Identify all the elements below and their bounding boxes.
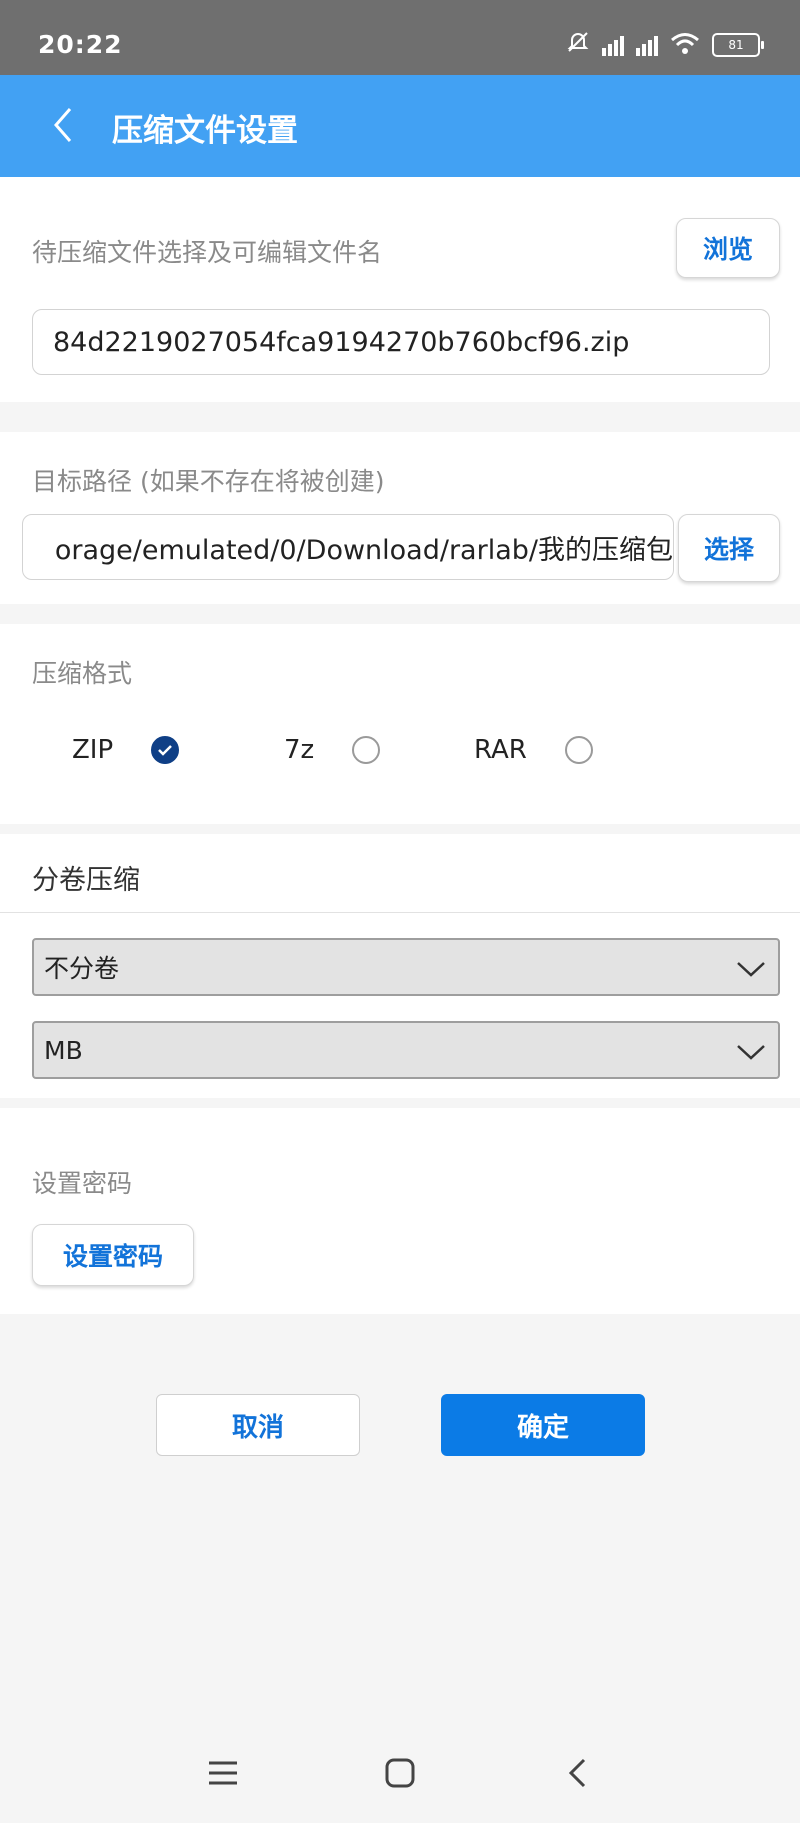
format-option-zip[interactable]: ZIP [72,735,180,765]
password-section-label: 设置密码 [32,1169,133,1198]
filename-input[interactable]: 84d2219027054fca9194270b760bcf96.zip [32,309,770,375]
format-option-label: RAR [474,735,527,765]
format-section: 压缩格式 [0,624,800,824]
battery-icon: 81 [712,33,764,57]
format-option-rar[interactable]: RAR [474,735,593,765]
format-option-label: 7z [284,735,315,765]
divider [0,912,800,913]
target-path-text: orage/emulated/0/Download/rarlab/我的压缩包 [54,534,673,566]
cancel-button[interactable]: 取消 [156,1394,360,1456]
mute-bell-icon [566,30,590,60]
confirm-button[interactable]: 确定 [441,1394,645,1456]
chevron-left-icon [54,108,72,142]
target-path-input[interactable]: orage/emulated/0/Download/rarlab/我的压缩包 [22,514,674,580]
path-section-label: 目标路径 (如果不存在将被创建) [32,467,385,496]
back-icon[interactable] [556,1751,600,1795]
format-option-7z[interactable]: 7z [284,735,381,765]
format-section-label: 压缩格式 [32,659,133,688]
split-mode-value: 不分卷 [44,954,120,983]
system-nav-bar [0,1723,800,1823]
status-icons: 81 [566,30,764,60]
signal-icon [636,34,658,56]
set-password-button[interactable]: 设置密码 [32,1224,194,1286]
browse-button[interactable]: 浏览 [676,218,780,278]
status-bar: 20:22 81 [0,0,800,75]
split-mode-select[interactable]: 不分卷 [32,938,780,996]
home-icon[interactable] [378,1751,422,1795]
menu-icon[interactable] [201,1751,245,1795]
signal-5g-icon [602,34,624,56]
unit-select[interactable]: MB [32,1021,780,1079]
wifi-icon [670,31,700,59]
format-option-label: ZIP [72,735,114,765]
file-section-label: 待压缩文件选择及可编辑文件名 [32,238,383,267]
file-section: 待压缩文件选择及可编辑文件名 浏览 84d2219027054fca919427… [0,177,800,402]
back-button[interactable] [44,97,84,153]
path-section: 目标路径 (如果不存在将被创建) orage/emulated/0/Downlo… [0,432,800,604]
chevron-down-icon [736,1039,766,1068]
select-path-button[interactable]: 选择 [678,514,780,582]
radio-checked-icon[interactable] [151,736,180,764]
page-title: 压缩文件设置 [112,113,298,149]
radio-unchecked-icon[interactable] [564,736,593,764]
split-section-label: 分卷压缩 [32,865,140,896]
radio-unchecked-icon[interactable] [352,736,381,764]
status-time: 20:22 [38,30,123,59]
chevron-down-icon [736,956,766,985]
unit-value: MB [44,1035,83,1065]
app-bar: 压缩文件设置 [0,75,800,177]
password-section: 设置密码 设置密码 [0,1108,800,1314]
